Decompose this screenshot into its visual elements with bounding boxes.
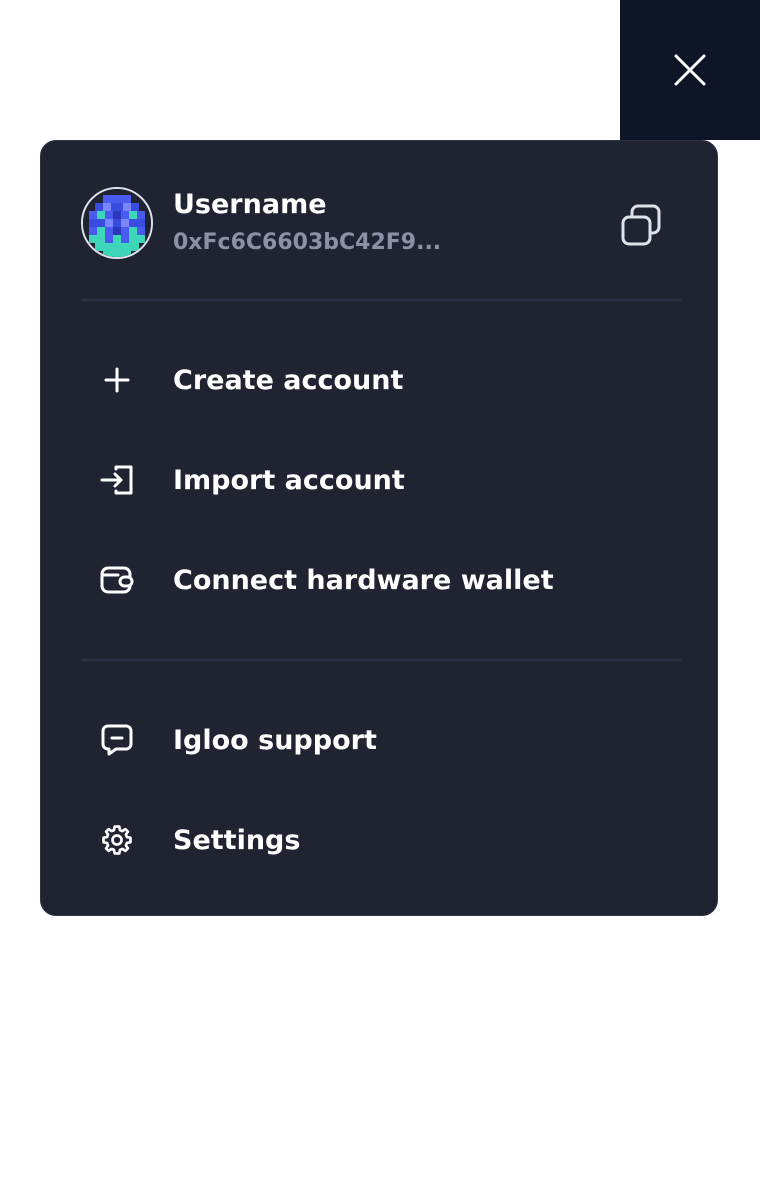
pixel-avatar-icon: [83, 189, 151, 257]
avatar[interactable]: [81, 187, 153, 259]
copy-address-button[interactable]: [617, 201, 665, 249]
divider: [81, 659, 681, 661]
chat-icon: [81, 705, 153, 775]
gear-icon: [81, 805, 153, 875]
copy-icon: [621, 204, 661, 246]
close-button[interactable]: [620, 0, 760, 140]
import-icon: [81, 445, 153, 515]
wallet-icon: [81, 545, 153, 615]
connect-hardware-wallet-label: Connect hardware wallet: [173, 564, 554, 596]
username: Username: [173, 189, 327, 220]
igloo-support-label: Igloo support: [173, 724, 377, 756]
import-account-label: Import account: [173, 464, 405, 496]
import-account-item[interactable]: Import account: [81, 445, 681, 515]
connect-hardware-wallet-item[interactable]: Connect hardware wallet: [81, 545, 681, 615]
create-account-item[interactable]: Create account: [81, 345, 681, 415]
divider: [81, 299, 681, 301]
plus-icon: [81, 345, 153, 415]
close-icon: [674, 54, 706, 86]
igloo-support-item[interactable]: Igloo support: [81, 705, 681, 775]
account-menu: Username 0xFc6C6603bC42F9... Create acco…: [40, 140, 718, 916]
wallet-address: 0xFc6C6603bC42F9...: [173, 230, 442, 255]
create-account-label: Create account: [173, 364, 404, 396]
settings-label: Settings: [173, 824, 301, 856]
profile-header: Username 0xFc6C6603bC42F9...: [81, 187, 681, 259]
settings-item[interactable]: Settings: [81, 805, 681, 875]
